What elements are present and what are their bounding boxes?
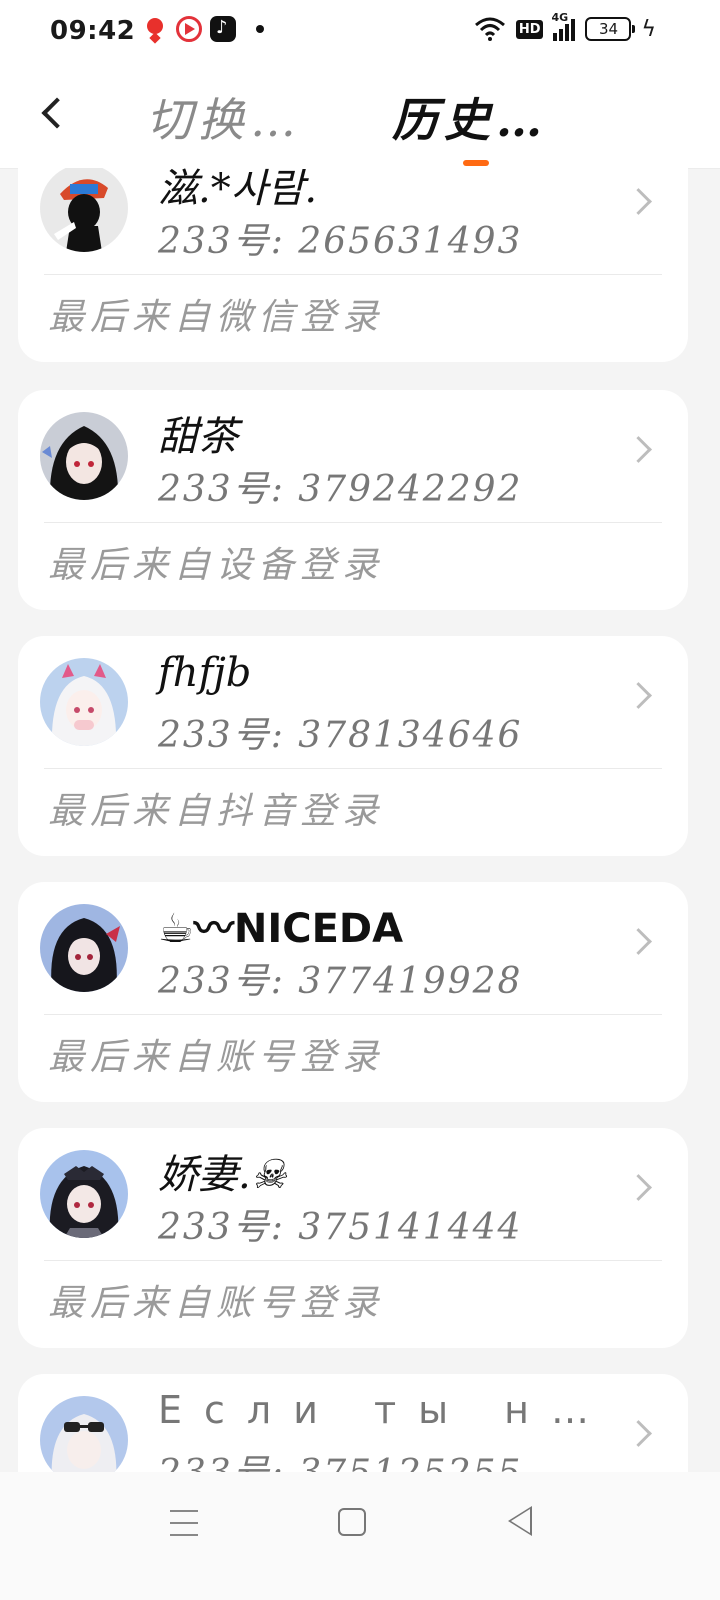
- map-pin-icon: [142, 16, 168, 42]
- chevron-right-icon: [625, 928, 652, 955]
- avatar-image: [40, 658, 128, 746]
- account-card[interactable]: ☕〰NICEDA 233号: 377419928 最后来自账号登录: [18, 882, 688, 1102]
- active-tab-indicator: [463, 160, 489, 166]
- avatar-image: [40, 1396, 128, 1472]
- account-id: 233号: 377419928: [158, 961, 523, 1002]
- tab-switch[interactable]: 切换…: [146, 84, 302, 150]
- last-login-source: 最后来自微信登录: [48, 297, 385, 338]
- account-history-list: 滋.*사람. 233号: 265631493 最后来自微信登录 甜茶 233号:…: [0, 168, 720, 1472]
- recent-apps-button[interactable]: [170, 1510, 198, 1538]
- avatar-image: [40, 904, 128, 992]
- signal-icon: 4G: [551, 11, 576, 41]
- system-nav-bar: [0, 1472, 720, 1600]
- battery-icon: 34: [585, 17, 636, 41]
- status-indicators: HD 4G 34 ϟ: [474, 11, 656, 42]
- account-name: fhfjb: [158, 650, 252, 696]
- account-card[interactable]: 甜茶 233号: 379242292 最后来自设备登录: [18, 390, 688, 610]
- account-id: 233号: 375141444: [158, 1207, 523, 1248]
- account-name: ☕〰NICEDA: [158, 906, 404, 952]
- divider: [44, 522, 662, 523]
- divider: [44, 274, 662, 275]
- charging-icon: ϟ: [641, 16, 656, 42]
- account-card[interactable]: Если ты н… 233号: 375125255: [18, 1374, 688, 1472]
- account-card[interactable]: 娇妻.☠ 233号: 375141444 最后来自账号登录: [18, 1128, 688, 1348]
- video-play-icon: [176, 16, 202, 42]
- divider: [44, 1014, 662, 1015]
- divider: [44, 1260, 662, 1261]
- avatar: [40, 1150, 128, 1238]
- status-time: 09:42: [50, 16, 136, 46]
- tab-history[interactable]: 历史…: [392, 84, 548, 150]
- account-id: 233号: 375125255: [158, 1444, 522, 1472]
- last-login-source: 最后来自账号登录: [48, 1283, 385, 1324]
- account-name: Если ты н…: [158, 1388, 612, 1432]
- account-id: 233号: 378134646: [158, 715, 523, 756]
- last-login-source: 最后来自账号登录: [48, 1037, 385, 1078]
- wifi-icon: [474, 17, 505, 41]
- account-id: 233号: 265631493: [158, 221, 523, 262]
- avatar: [40, 904, 128, 992]
- back-button[interactable]: [38, 94, 74, 134]
- avatar: [40, 412, 128, 500]
- account-name: 滋.*사람.: [158, 168, 318, 212]
- chevron-right-icon: [625, 682, 652, 709]
- account-name: 娇妻.☠: [158, 1152, 287, 1198]
- last-login-source: 最后来自抖音登录: [48, 791, 385, 832]
- chevron-right-icon: [625, 436, 652, 463]
- back-triangle-button[interactable]: [508, 1506, 532, 1536]
- top-bar: 切换… 历史…: [0, 64, 720, 169]
- more-notifications-dot: [256, 25, 264, 33]
- account-card[interactable]: 滋.*사람. 233号: 265631493 最后来自微信登录: [18, 168, 688, 362]
- chevron-right-icon: [625, 1174, 652, 1201]
- status-bar: 09:42 HD 4G 34 ϟ: [0, 0, 720, 64]
- account-card[interactable]: fhfjb 233号: 378134646 最后来自抖音登录: [18, 636, 688, 856]
- avatar-image: [40, 168, 128, 252]
- last-login-source: 最后来自设备登录: [48, 545, 385, 586]
- avatar: [40, 658, 128, 746]
- account-name: 甜茶: [158, 414, 238, 460]
- chevron-right-icon: [625, 188, 652, 215]
- avatar-image: [40, 412, 128, 500]
- notification-icons: [142, 16, 264, 42]
- chevron-right-icon: [625, 1420, 652, 1447]
- home-button[interactable]: [338, 1508, 366, 1536]
- account-id: 233号: 379242292: [158, 469, 523, 510]
- avatar: [40, 168, 128, 252]
- avatar-image: [40, 1150, 128, 1238]
- hd-badge: HD: [515, 19, 544, 39]
- divider: [44, 768, 662, 769]
- tiktok-icon: [210, 16, 236, 42]
- avatar: [40, 1396, 128, 1472]
